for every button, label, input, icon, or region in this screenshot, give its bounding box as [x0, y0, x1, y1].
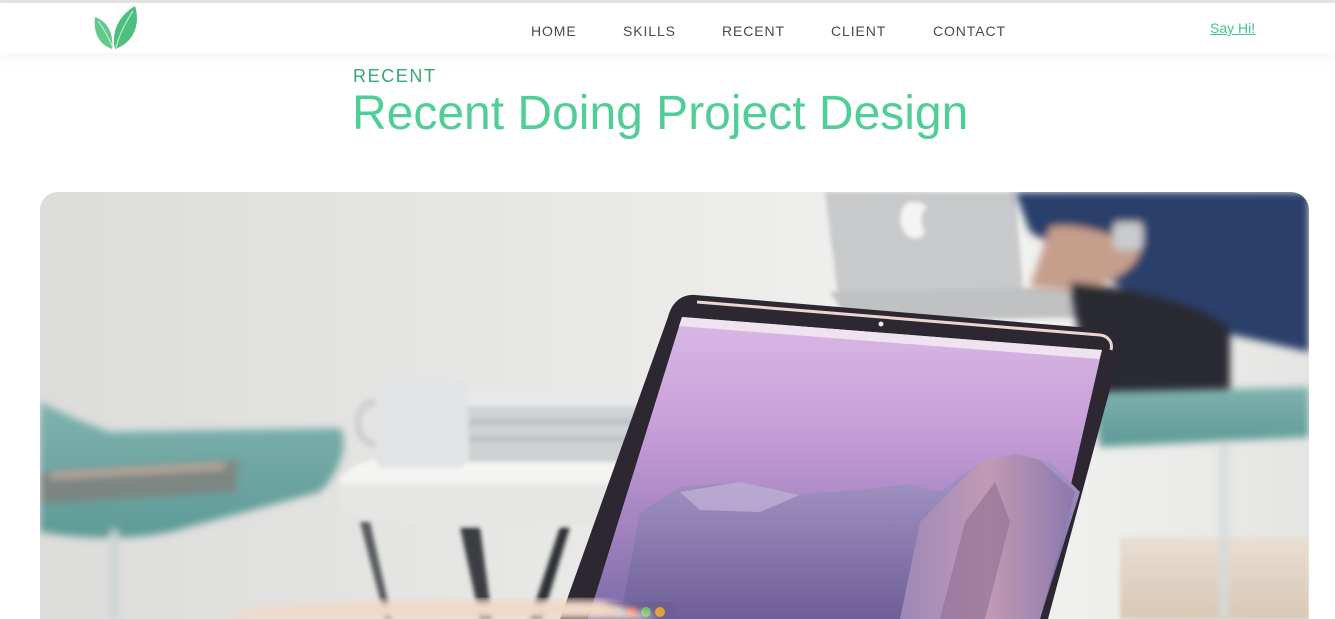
section-eyebrow: RECENT: [353, 66, 437, 86]
leaf-logo-icon[interactable]: [91, 4, 139, 52]
say-hi-link[interactable]: Say Hi!: [1210, 20, 1255, 36]
nav-contact-link[interactable]: CONTACT: [933, 23, 1006, 39]
section-title: Recent Doing Project Design: [352, 87, 969, 140]
nav-recent-link[interactable]: RECENT: [722, 23, 785, 39]
project-hero-image: [40, 192, 1309, 619]
nav-home-link[interactable]: HOME: [531, 23, 577, 39]
nav-client-link[interactable]: CLIENT: [831, 23, 886, 39]
nav-skills-link[interactable]: SKILLS: [623, 23, 676, 39]
navbar: HOME SKILLS RECENT CLIENT CONTACT Say Hi…: [0, 3, 1335, 53]
